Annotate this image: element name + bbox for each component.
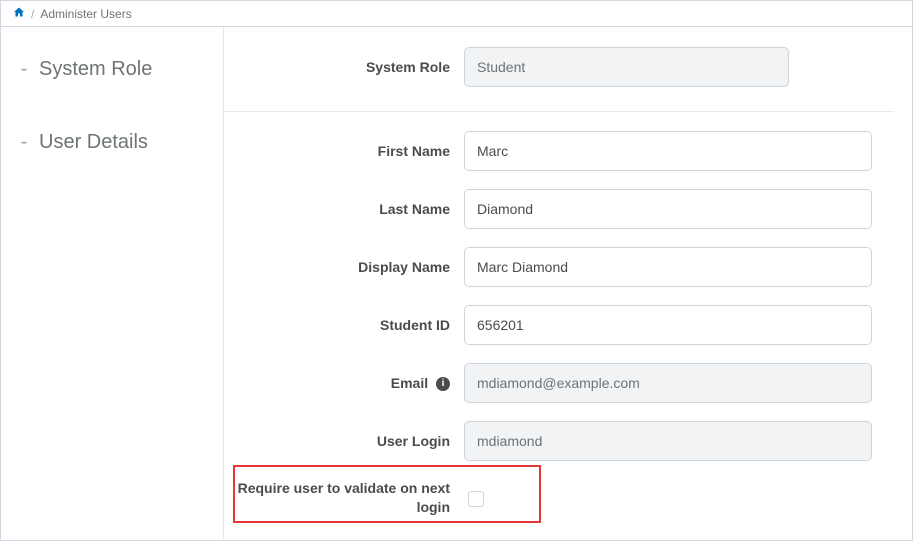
breadcrumb: / Administer Users	[1, 1, 912, 27]
email-field	[464, 363, 872, 403]
label-display-name: Display Name	[224, 259, 464, 275]
breadcrumb-current: Administer Users	[40, 7, 131, 21]
section-title-user-details: User Details	[39, 131, 148, 154]
label-require-validate-line1: Require user to validate on next	[238, 480, 450, 496]
home-icon[interactable]	[13, 6, 25, 21]
display-name-field[interactable]	[464, 247, 872, 287]
info-icon[interactable]: i	[436, 377, 450, 391]
label-last-name: Last Name	[224, 201, 464, 217]
breadcrumb-separator: /	[31, 7, 34, 21]
system-role-field	[464, 47, 789, 87]
label-first-name: First Name	[224, 143, 464, 159]
label-user-login: User Login	[224, 433, 464, 449]
section-title-system-role: System Role	[39, 58, 152, 81]
student-id-field[interactable]	[464, 305, 872, 345]
collapse-dash-icon: -	[19, 58, 29, 81]
label-student-id: Student ID	[224, 317, 464, 333]
section-header-user-details[interactable]: - User Details	[1, 111, 223, 174]
label-system-role: System Role	[224, 59, 464, 75]
label-require-validate: Require user to validate on next login	[224, 479, 464, 517]
user-login-field	[464, 421, 872, 461]
label-require-validate-line2: login	[417, 499, 450, 515]
label-email-text: Email	[391, 375, 428, 391]
section-header-system-role[interactable]: - System Role	[1, 27, 223, 111]
first-name-field[interactable]	[464, 131, 872, 171]
collapse-dash-icon: -	[19, 131, 29, 154]
label-email: Email i	[224, 375, 464, 391]
require-validate-checkbox[interactable]	[468, 491, 484, 507]
last-name-field[interactable]	[464, 189, 872, 229]
